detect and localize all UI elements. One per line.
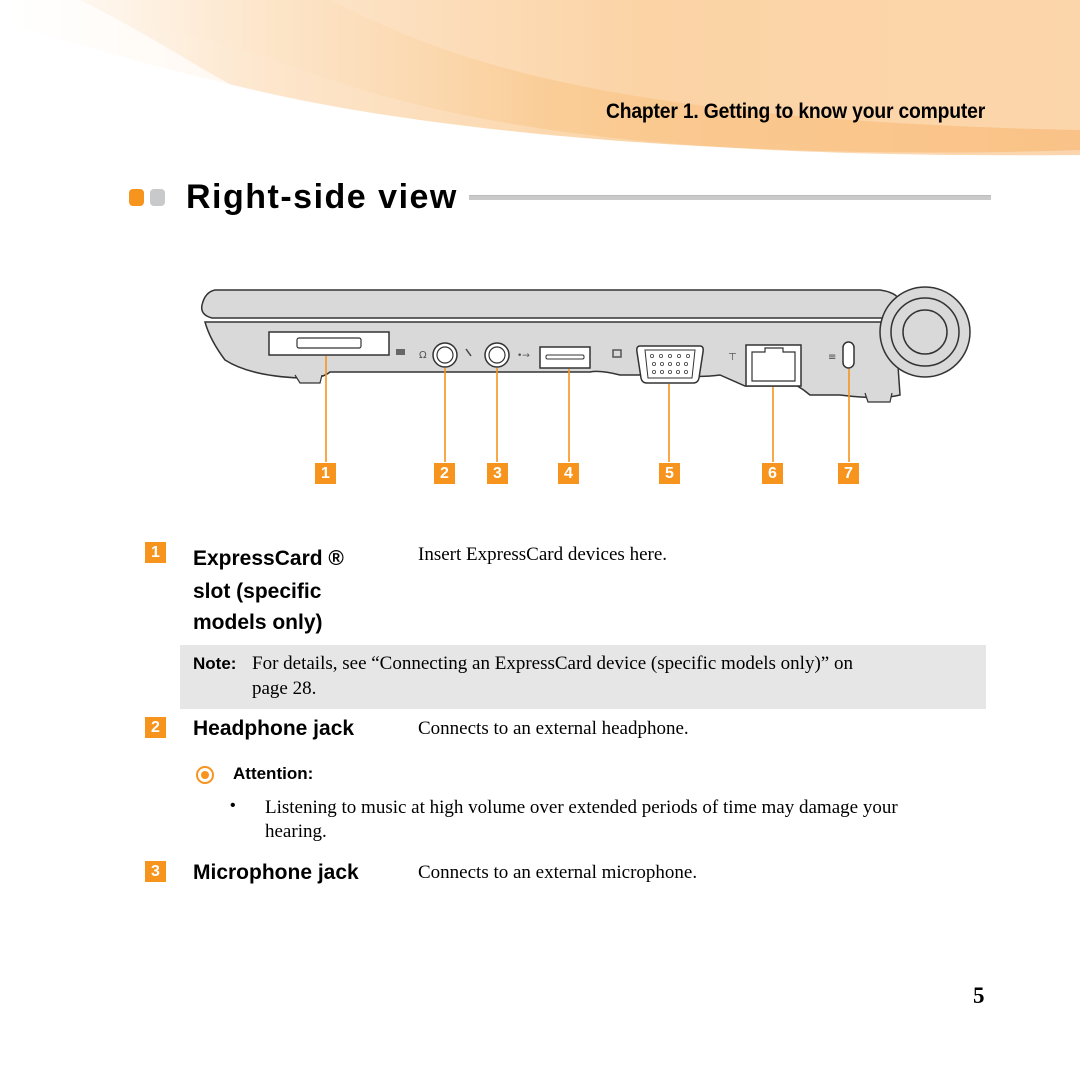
kensington-lock-icon: ≡ <box>828 352 836 363</box>
kensington-slot <box>842 341 855 369</box>
callout-4: 4 <box>558 463 579 484</box>
page-number: 5 <box>973 983 985 1008</box>
item-number-badge: 3 <box>145 861 166 882</box>
note-box: Note: For details, see “Connecting an Ex… <box>180 645 986 709</box>
callout-1: 1 <box>315 463 336 484</box>
laptop-right-side-diagram: Ω •→ ⊤ ≡ <box>200 286 971 462</box>
item-description: Insert ExpressCard devices here. <box>418 544 668 565</box>
item-number-badge: 1 <box>145 542 166 563</box>
section-title: Right-side view <box>186 178 458 216</box>
item-term: Headphone jack <box>193 717 355 740</box>
callout-6: 6 <box>762 463 783 484</box>
callout-7: 7 <box>838 463 859 484</box>
headphone-jack <box>432 342 458 368</box>
usb-port <box>539 346 591 369</box>
header-decoration <box>0 0 1080 156</box>
bullet-icon: • <box>230 797 236 814</box>
laptop-lid <box>200 289 901 319</box>
orange-square-icon <box>129 189 144 206</box>
item-term-line: slot (specific <box>193 580 322 603</box>
callout-2: 2 <box>434 463 455 484</box>
section-header: Right-side view <box>129 175 991 219</box>
ethernet-port <box>745 344 802 387</box>
attention-icon <box>196 766 214 784</box>
note-text: For details, see “Connecting an ExpressC… <box>252 651 972 701</box>
item-term: Microphone jack <box>193 861 359 884</box>
headphone-icon: Ω <box>419 350 427 361</box>
usb-icon: •→ <box>517 351 530 361</box>
item-description: Connects to an external microphone. <box>418 862 698 883</box>
attention-text: Listening to music at high volume over e… <box>265 797 898 842</box>
expresscard-slot <box>268 331 390 356</box>
network-icon: ⊤ <box>728 352 737 363</box>
item-term-line: models only) <box>193 611 323 634</box>
note-text-line: For details, see “Connecting an ExpressC… <box>252 653 853 674</box>
note-label: Note: <box>193 654 237 673</box>
item-term: ExpressCard ® <box>193 547 344 570</box>
hinge <box>879 286 971 378</box>
callout-3: 3 <box>487 463 508 484</box>
item-description: Connects to an external headphone. <box>418 718 689 739</box>
note-text-line: page 28. <box>252 678 317 699</box>
item-number-badge: 2 <box>145 717 166 738</box>
attention-label: Attention: <box>233 764 314 783</box>
chapter-title: Chapter 1. Getting to know your computer <box>605 100 985 123</box>
expresscard-icon <box>396 349 405 355</box>
section-rule <box>469 195 991 200</box>
grey-square-icon <box>150 189 165 206</box>
vga-port <box>636 345 704 384</box>
microphone-jack <box>484 342 510 368</box>
callout-5: 5 <box>659 463 680 484</box>
